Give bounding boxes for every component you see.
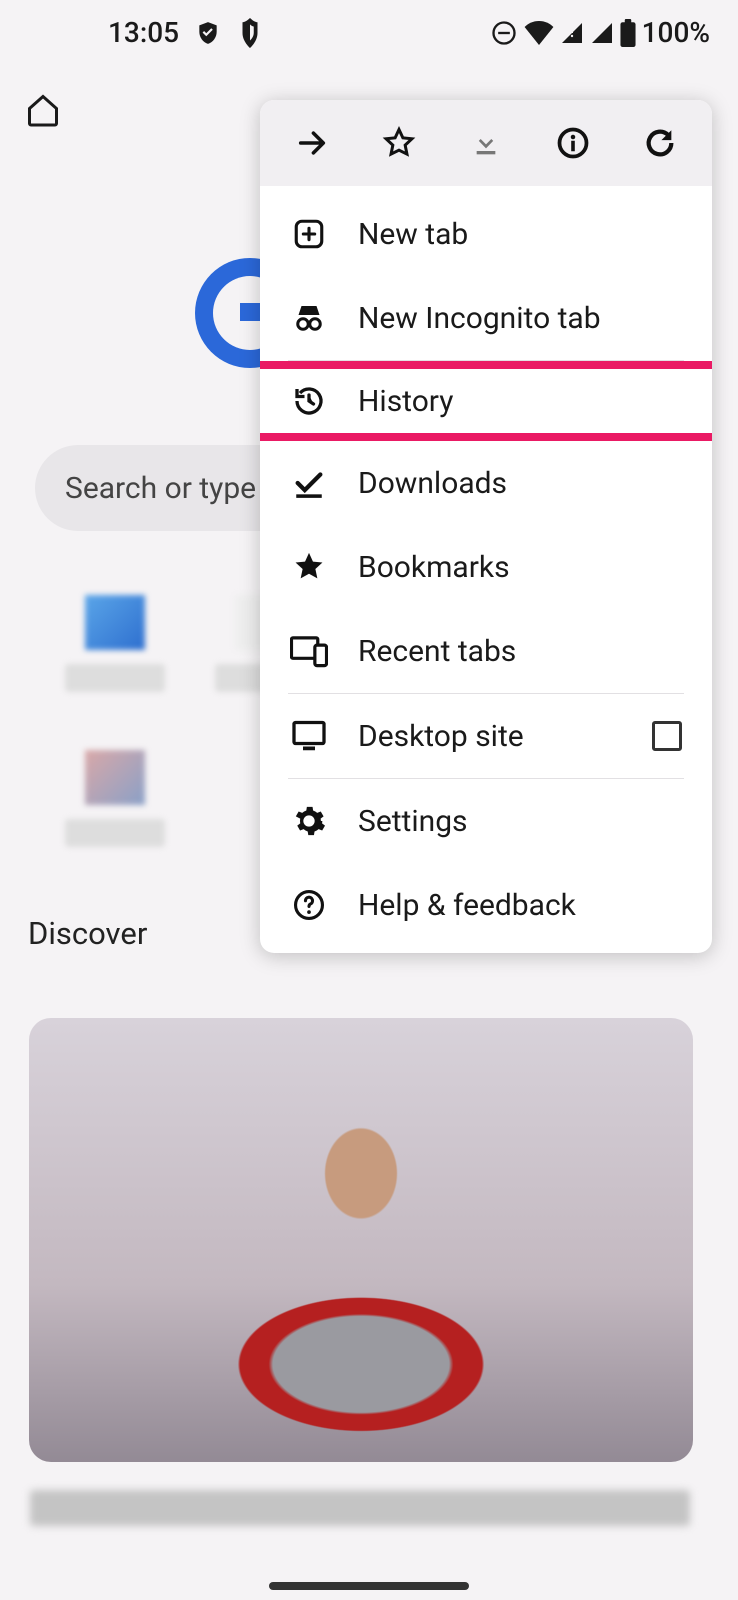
monitor-icon [290, 717, 328, 755]
home-icon[interactable] [25, 92, 61, 128]
menu-settings[interactable]: Settings [260, 779, 712, 863]
shortcut-item[interactable] [60, 595, 170, 692]
menu-label: Bookmarks [358, 550, 510, 585]
menu-help[interactable]: Help & feedback [260, 863, 712, 947]
desktop-site-checkbox[interactable] [652, 721, 682, 751]
menu-action-row [260, 100, 712, 186]
menu-new-tab[interactable]: New tab [260, 192, 712, 276]
site-shortcuts-row2 [60, 750, 170, 847]
history-icon [290, 382, 328, 420]
battery-icon [620, 19, 636, 47]
info-icon[interactable] [553, 123, 593, 163]
menu-bookmarks[interactable]: Bookmarks [260, 525, 712, 609]
menu-downloads[interactable]: Downloads [260, 441, 712, 525]
signal-2-icon [590, 21, 614, 45]
status-time: 13:05 [108, 16, 179, 49]
search-placeholder: Search or type w [65, 471, 286, 506]
star-filled-icon [290, 548, 328, 586]
menu-desktop-site[interactable]: Desktop site [260, 694, 712, 778]
devices-icon [290, 632, 328, 670]
menu-recent-tabs[interactable]: Recent tabs [260, 609, 712, 693]
shield-check-icon [195, 20, 221, 46]
gear-icon [290, 802, 328, 840]
menu-label: Recent tabs [358, 634, 516, 669]
bookmark-star-icon[interactable] [379, 123, 419, 163]
shortcut-item[interactable] [60, 750, 170, 847]
menu-label: History [358, 384, 453, 419]
nav-handle[interactable] [269, 1582, 469, 1590]
incognito-icon [290, 299, 328, 337]
forward-icon[interactable] [292, 123, 332, 163]
new-tab-icon [290, 215, 328, 253]
reload-icon[interactable] [640, 123, 680, 163]
discover-heading: Discover [28, 915, 147, 952]
shortcut-label [65, 819, 165, 847]
help-icon [290, 886, 328, 924]
menu-history[interactable]: History [260, 361, 712, 441]
status-bar: 13:05 100% [0, 0, 738, 65]
menu-label: Desktop site [358, 719, 524, 754]
feed-article-image[interactable] [29, 1018, 693, 1462]
shortcut-thumb [85, 750, 145, 805]
shortcut-label [65, 664, 165, 692]
shortcut-thumb [85, 595, 145, 650]
menu-label: New tab [358, 217, 468, 252]
menu-label: Help & feedback [358, 888, 576, 923]
battery-percent: 100% [642, 16, 710, 49]
downloads-check-icon [290, 464, 328, 502]
download-icon[interactable] [466, 123, 506, 163]
feed-article-title[interactable] [30, 1490, 690, 1526]
overflow-menu: New tab New Incognito tab History Downlo… [260, 100, 712, 953]
menu-label: Settings [358, 804, 468, 839]
signal-1-icon [560, 21, 584, 45]
menu-incognito[interactable]: New Incognito tab [260, 276, 712, 360]
vpn-icon [237, 18, 263, 48]
menu-label: Downloads [358, 466, 507, 501]
wifi-icon [524, 21, 554, 45]
menu-label: New Incognito tab [358, 301, 601, 336]
do-not-disturb-icon [490, 19, 518, 47]
